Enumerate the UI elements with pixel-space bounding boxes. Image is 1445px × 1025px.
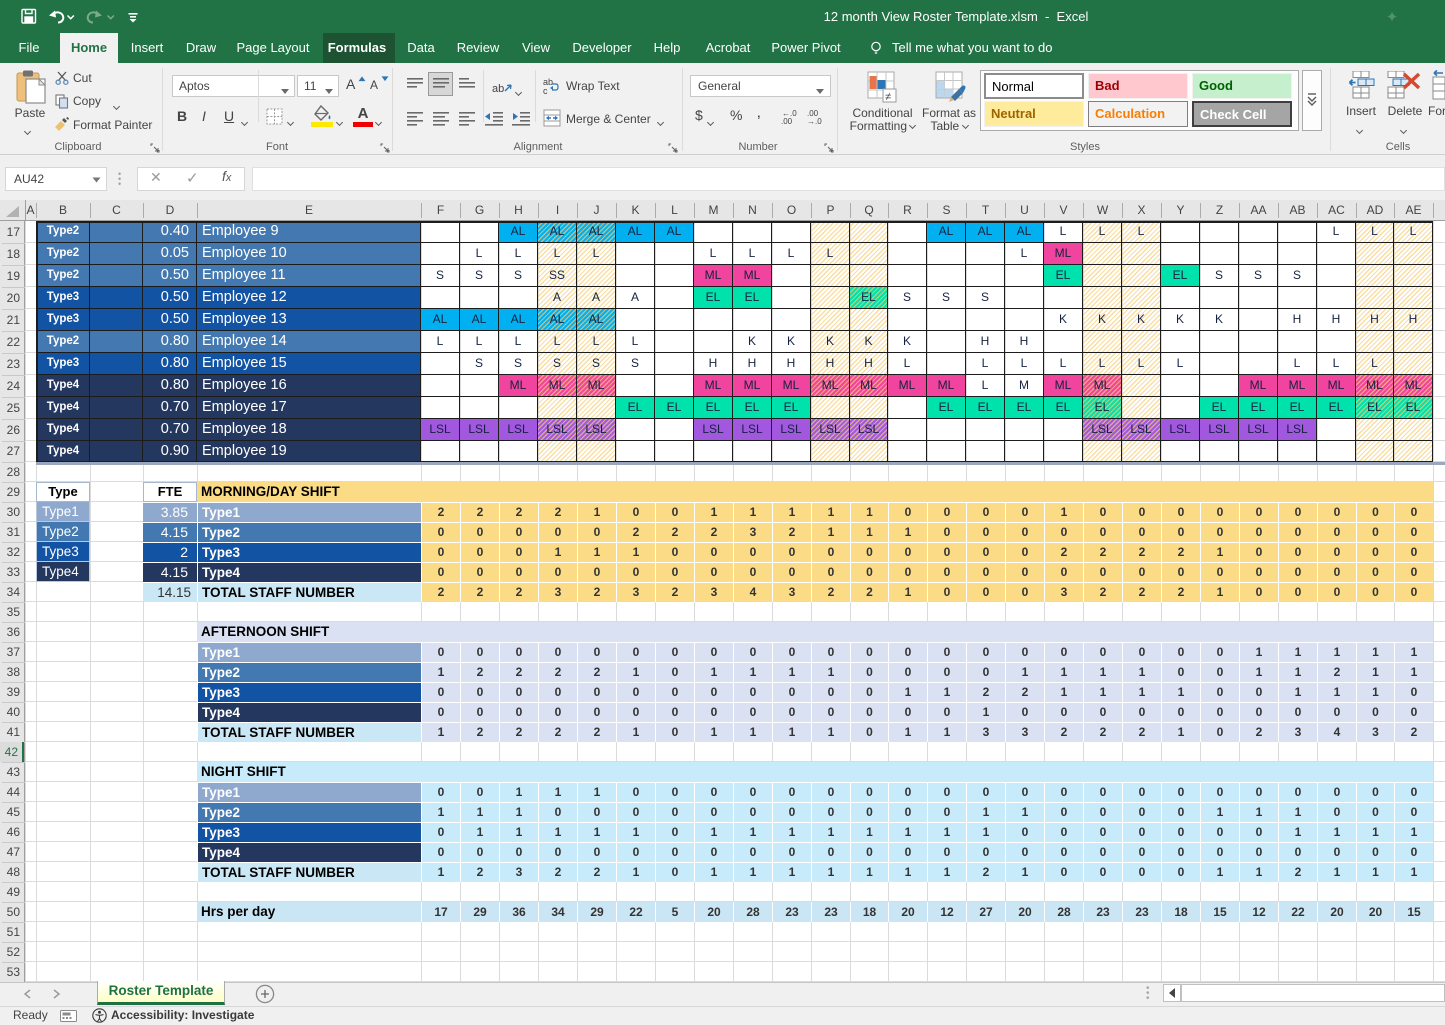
svg-text:.00: .00 xyxy=(781,117,793,124)
svg-text:c: c xyxy=(543,86,548,94)
svg-text:≠: ≠ xyxy=(885,91,891,103)
svg-text:ab: ab xyxy=(492,83,504,95)
svg-text:→.0: →.0 xyxy=(807,117,822,124)
